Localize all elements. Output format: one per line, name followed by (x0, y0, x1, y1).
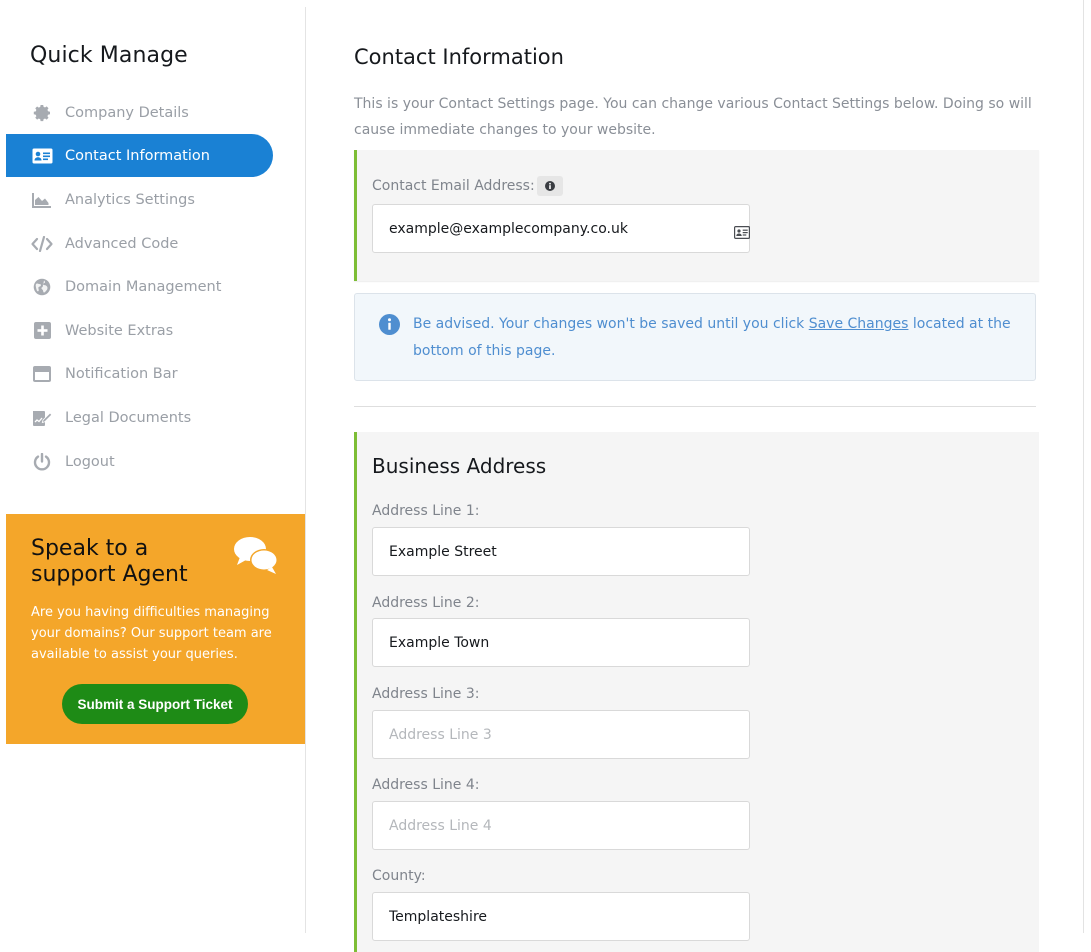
document-edit-icon (31, 408, 53, 428)
support-panel: Speak to a support Agent Are you having … (6, 514, 305, 744)
sidebar-item-notification-bar[interactable]: Notification Bar (6, 352, 273, 395)
save-changes-notice: Be advised. Your changes won't be saved … (354, 293, 1036, 381)
address-line-4-input[interactable] (372, 801, 750, 850)
address-line-3-label: Address Line 3: (372, 686, 480, 702)
section-title: Business Address (372, 454, 547, 478)
sidebar-item-label: Advanced Code (65, 235, 179, 252)
address-line-2-label: Address Line 2: (372, 595, 480, 611)
sidebar-item-label: Domain Management (65, 278, 222, 295)
sidebar-item-legal-documents[interactable]: Legal Documents (6, 396, 273, 439)
sidebar-item-label: Company Details (65, 104, 189, 121)
globe-icon (31, 277, 53, 297)
sidebar-item-label: Legal Documents (65, 409, 192, 426)
sidebar-item-analytics-settings[interactable]: Analytics Settings (6, 178, 273, 221)
code-icon (31, 234, 53, 254)
contact-email-label: Contact Email Address: (372, 178, 535, 194)
sidebar-item-company-details[interactable]: Company Details (6, 91, 273, 134)
sidebar-item-label: Contact Information (65, 147, 210, 164)
sidebar-item-label: Website Extras (65, 322, 174, 339)
sidebar-item-label: Analytics Settings (65, 191, 195, 208)
county-input[interactable] (372, 892, 750, 941)
info-icon[interactable] (537, 176, 563, 196)
address-line-3-input[interactable] (372, 710, 750, 759)
id-card-icon (31, 146, 53, 166)
plus-square-icon (31, 321, 53, 341)
support-text: Are you having difficulties managing you… (31, 605, 272, 662)
sidebar: Quick Manage Company Details Contact Inf… (6, 7, 306, 933)
county-label: County: (372, 868, 426, 884)
id-card-icon (734, 224, 751, 240)
right-edge (1084, 0, 1091, 933)
gear-icon (31, 103, 53, 123)
sidebar-item-label: Notification Bar (65, 365, 178, 382)
address-line-2-input[interactable] (372, 618, 750, 667)
notice-text-before: Be advised. Your changes won't be saved … (413, 316, 809, 332)
address-line-1-input[interactable] (372, 527, 750, 576)
contact-email-input[interactable] (372, 204, 750, 253)
power-icon (31, 452, 53, 472)
sidebar-item-logout[interactable]: Logout (6, 440, 273, 483)
main-content: Contact Information This is your Contact… (306, 7, 1083, 952)
info-circle-icon (379, 314, 400, 335)
page-description: This is your Contact Settings page. You … (354, 96, 1032, 138)
sidebar-item-domain-management[interactable]: Domain Management (6, 265, 273, 308)
sidebar-item-label: Logout (65, 453, 115, 470)
sidebar-item-contact-information[interactable]: Contact Information (6, 134, 273, 177)
sidebar-item-website-extras[interactable]: Website Extras (6, 309, 273, 352)
window-bar-icon (31, 364, 53, 384)
support-title: Speak to a support Agent (31, 536, 188, 587)
notice-text: Be advised. Your changes won't be saved … (413, 311, 1013, 365)
address-line-4-label: Address Line 4: (372, 777, 480, 793)
page-title: Contact Information (354, 45, 564, 69)
business-address-panel: Business Address Address Line 1: Address… (354, 432, 1039, 952)
address-line-1-label: Address Line 1: (372, 503, 480, 519)
chat-bubbles-icon (232, 534, 282, 578)
divider (354, 406, 1036, 407)
submit-support-ticket-button[interactable]: Submit a Support Ticket (62, 684, 248, 724)
sidebar-title: Quick Manage (30, 43, 188, 68)
contact-email-panel: Contact Email Address: (354, 150, 1039, 281)
sidebar-item-advanced-code[interactable]: Advanced Code (6, 222, 273, 265)
page: Quick Manage Company Details Contact Inf… (0, 0, 1091, 952)
save-changes-link[interactable]: Save Changes (809, 316, 909, 332)
area-chart-icon (31, 190, 53, 210)
